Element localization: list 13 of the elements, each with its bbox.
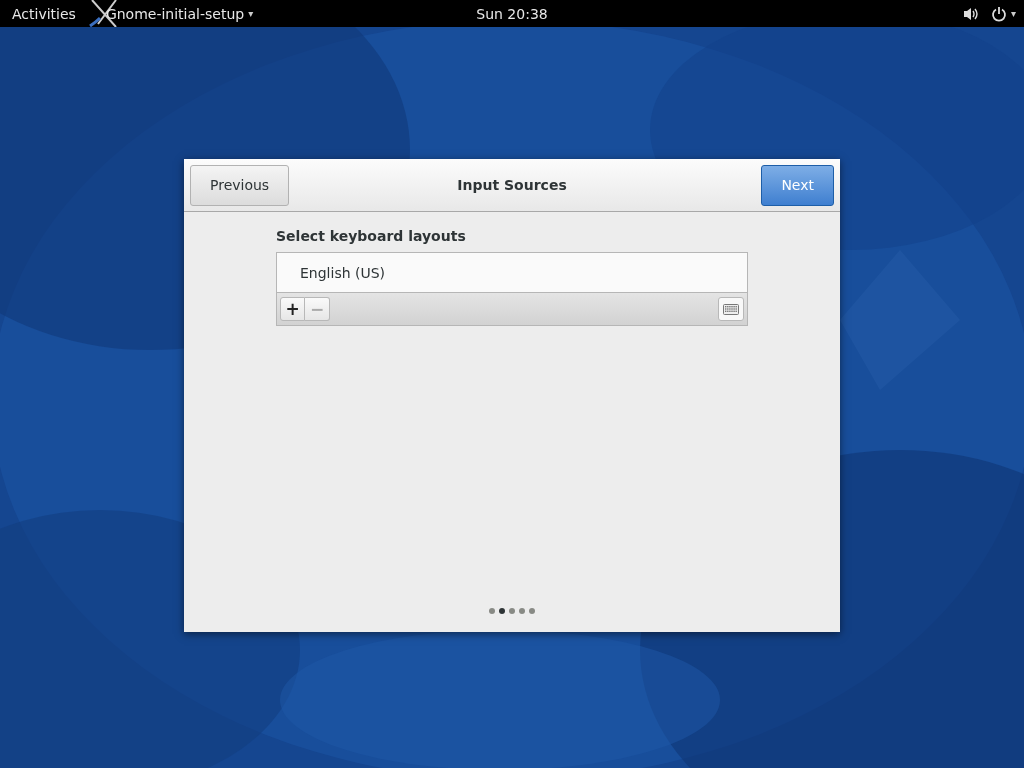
dialog-title: Input Sources [457,177,567,193]
keyboard-icon [723,303,739,315]
previous-button[interactable]: Previous [190,164,290,206]
activities-button[interactable]: Activities [12,5,76,22]
clock[interactable]: Sun 20:38 [476,5,548,22]
keyboard-button[interactable] [718,297,744,321]
app-menu[interactable]: Gnome-initial-setup ▾ [105,5,254,22]
system-menu-arrow[interactable]: ▾ [1010,8,1016,19]
power-icon[interactable] [990,5,1007,22]
speaker-icon[interactable] [962,6,979,21]
layout-row[interactable]: English (US) [277,253,747,293]
add-button[interactable]: + [280,297,305,321]
section-label: Select keyboard layouts [276,228,467,244]
